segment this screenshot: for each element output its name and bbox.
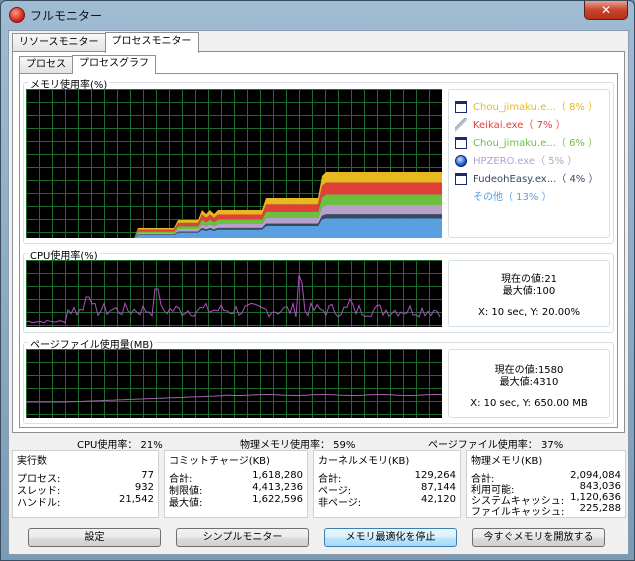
stat-row-kernel-total: 合計: 129,264 <box>318 470 456 485</box>
cpu-graph <box>26 260 442 327</box>
pagefile-summary: ページファイル使用率： 37% <box>428 440 564 451</box>
simple-monitor-button[interactable]: シンプルモニター <box>176 528 309 547</box>
legend-pct: （ 13% ） <box>503 192 552 203</box>
tab-resource-monitor[interactable]: リソースモニター <box>12 33 106 52</box>
stat-value: 1,120,636 <box>570 492 621 503</box>
tab-process-graph[interactable]: プロセスグラフ <box>72 55 156 74</box>
cpu-max-value: 最大値:100 <box>502 286 556 297</box>
process-monitor-panel: プロセス プロセスグラフ メモリ使用率(%) Chou_jimaku.e...（… <box>12 51 625 433</box>
title-bar[interactable]: フルモニター ✕ <box>1 1 634 29</box>
stat-value: 843,036 <box>579 481 621 492</box>
legend-name: その他 <box>473 192 503 203</box>
stat-value: 4,413,236 <box>252 482 303 493</box>
stat-row-kernel-nonpaged: 非ページ: 42,120 <box>318 494 456 509</box>
app-icon <box>9 7 25 23</box>
legend-name: Chou_jimaku.e... <box>473 102 556 113</box>
settings-button[interactable]: 設定 <box>28 528 161 547</box>
pagefile-readout: 現在の値:1580 最大値:4310 X: 10 sec, Y: 650.00 … <box>448 349 610 418</box>
legend-pct: （ 5% ） <box>535 156 578 167</box>
stat-label: 非ページ: <box>318 498 362 509</box>
close-button[interactable]: ✕ <box>584 1 628 20</box>
legend-pct: （ 8% ） <box>555 102 599 113</box>
exec-count-panel: 実行数 プロセス: 77 スレッド: 932 ハンドル: 21,542 <box>12 450 159 518</box>
legend-pct: （ 4% ） <box>556 174 599 185</box>
pagefile-graph <box>26 349 442 418</box>
stat-row-commit-limit: 制限値: 4,413,236 <box>169 482 303 497</box>
window-icon <box>455 173 467 185</box>
stat-label: ファイルキャッシュ: <box>471 507 565 518</box>
pagefile-graph-canvas <box>26 349 442 418</box>
blank-icon <box>455 191 467 203</box>
stat-value: 2,094,084 <box>570 470 621 481</box>
legend-item-3[interactable]: Chou_jimaku.e...（ 6% ） <box>455 134 598 150</box>
stat-label: 最大値: <box>169 498 203 509</box>
memory-usage-group: メモリ使用率(%) Chou_jimaku.e...（ 8% ） Keikai.… <box>23 76 614 244</box>
stat-label: ハンドル: <box>17 498 61 509</box>
cpu-readout: 現在の値:21 最大値:100 X: 10 sec, Y: 20.00% <box>448 260 610 327</box>
outer-tab-strip: リソースモニター プロセスモニター <box>12 32 199 53</box>
legend-name: FudeohEasy.ex... <box>473 174 557 185</box>
stat-value: 129,264 <box>414 470 456 481</box>
drop-icon <box>455 155 467 167</box>
pen-icon <box>455 118 467 132</box>
exec-count-title: 実行数 <box>17 456 47 467</box>
client-area: リソースモニター プロセスモニター プロセス プロセスグラフ メモリ使用率(%)… <box>8 30 629 555</box>
usage-summary-bar: CPU使用率： 21% 物理メモリ使用率： 59% ページファイル使用率： 37… <box>9 436 628 451</box>
memory-graph <box>26 89 442 238</box>
stat-row-commit-peak: 最大値: 1,622,596 <box>169 494 303 509</box>
kernel-memory-title: カーネルメモリ(KB) <box>318 456 410 467</box>
pagefile-cursor-coords: X: 10 sec, Y: 650.00 MB <box>470 398 588 409</box>
cpu-graph-canvas <box>26 260 442 327</box>
pagefile-usage-group: ページファイル使用量(MB) 現在の値:1580 最大値:4310 X: 10 … <box>23 336 614 424</box>
commit-charge-panel: コミットチャージ(KB) 合計: 1,618,280 制限値: 4,413,236 … <box>164 450 308 518</box>
cpu-usage-summary: CPU使用率： 21% <box>77 440 163 451</box>
legend-item-5[interactable]: FudeohEasy.ex...（ 4% ） <box>455 170 599 186</box>
window-icon <box>455 101 467 113</box>
window-icon <box>455 137 467 149</box>
kernel-memory-panel: カーネルメモリ(KB) 合計: 129,264 ページ: 87,144 非ページ: 4… <box>313 450 461 518</box>
legend-name: Keikai.exe <box>473 120 524 131</box>
pagefile-max-value: 最大値:4310 <box>499 377 559 388</box>
legend-item-6[interactable]: その他（ 13% ） <box>455 188 552 204</box>
free-memory-now-button[interactable]: 今すぐメモリを開放する <box>472 528 605 547</box>
stat-row-threads: スレッド: 932 <box>17 482 154 497</box>
stat-value: 87,144 <box>421 482 456 493</box>
memory-legend: Chou_jimaku.e...（ 8% ） Keikai.exe（ 7% ） … <box>448 89 610 238</box>
stat-row-kernel-paged: ページ: 87,144 <box>318 482 456 497</box>
stat-value: 77 <box>141 470 154 481</box>
inner-tab-strip: プロセス プロセスグラフ <box>19 55 156 74</box>
stop-optimization-button[interactable]: メモリ最適化を停止 <box>324 528 457 547</box>
stat-row-handles: ハンドル: 21,542 <box>17 494 154 509</box>
cpu-cursor-coords: X: 10 sec, Y: 20.00% <box>478 307 580 318</box>
legend-name: Chou_jimaku.e... <box>473 138 556 149</box>
commit-charge-title: コミットチャージ(KB) <box>169 456 270 467</box>
stat-value: 225,288 <box>579 503 621 514</box>
physical-memory-summary: 物理メモリ使用率： 59% <box>240 440 356 451</box>
memory-graph-canvas <box>26 89 442 238</box>
cpu-usage-group: CPU使用率(%) 現在の値:21 最大値:100 X: 10 sec, Y: … <box>23 247 614 333</box>
stat-value: 932 <box>134 482 154 493</box>
legend-pct: （ 6% ） <box>555 138 599 149</box>
legend-item-2[interactable]: Keikai.exe（ 7% ） <box>455 116 566 132</box>
window-title: フルモニター <box>30 9 103 23</box>
stat-value: 1,622,596 <box>252 494 303 505</box>
app-window: フルモニター ✕ リソースモニター プロセスモニター プロセス プロセスグラフ … <box>0 0 635 561</box>
legend-item-4[interactable]: HPZERO.exe（ 5% ） <box>455 152 577 168</box>
tab-process-monitor[interactable]: プロセスモニター <box>104 32 199 53</box>
physical-memory-panel: 物理メモリ(KB) 合計: 2,094,084 利用可能: 843,036 システム… <box>466 450 626 518</box>
legend-item-1[interactable]: Chou_jimaku.e...（ 8% ） <box>455 98 598 114</box>
stat-value: 21,542 <box>119 494 154 505</box>
stat-value: 42,120 <box>421 494 456 505</box>
stat-row-processes: プロセス: 77 <box>17 470 154 485</box>
stat-row-phys-filecache: ファイルキャッシュ: 225,288 <box>471 503 621 518</box>
legend-pct: （ 7% ） <box>523 120 566 131</box>
physical-memory-title: 物理メモリ(KB) <box>471 456 543 467</box>
stat-row-commit-total: 合計: 1,618,280 <box>169 470 303 485</box>
stat-value: 1,618,280 <box>252 470 303 481</box>
process-graph-panel: メモリ使用率(%) Chou_jimaku.e...（ 8% ） Keikai.… <box>19 73 618 428</box>
legend-name: HPZERO.exe <box>473 156 536 167</box>
tab-process[interactable]: プロセス <box>19 56 73 73</box>
